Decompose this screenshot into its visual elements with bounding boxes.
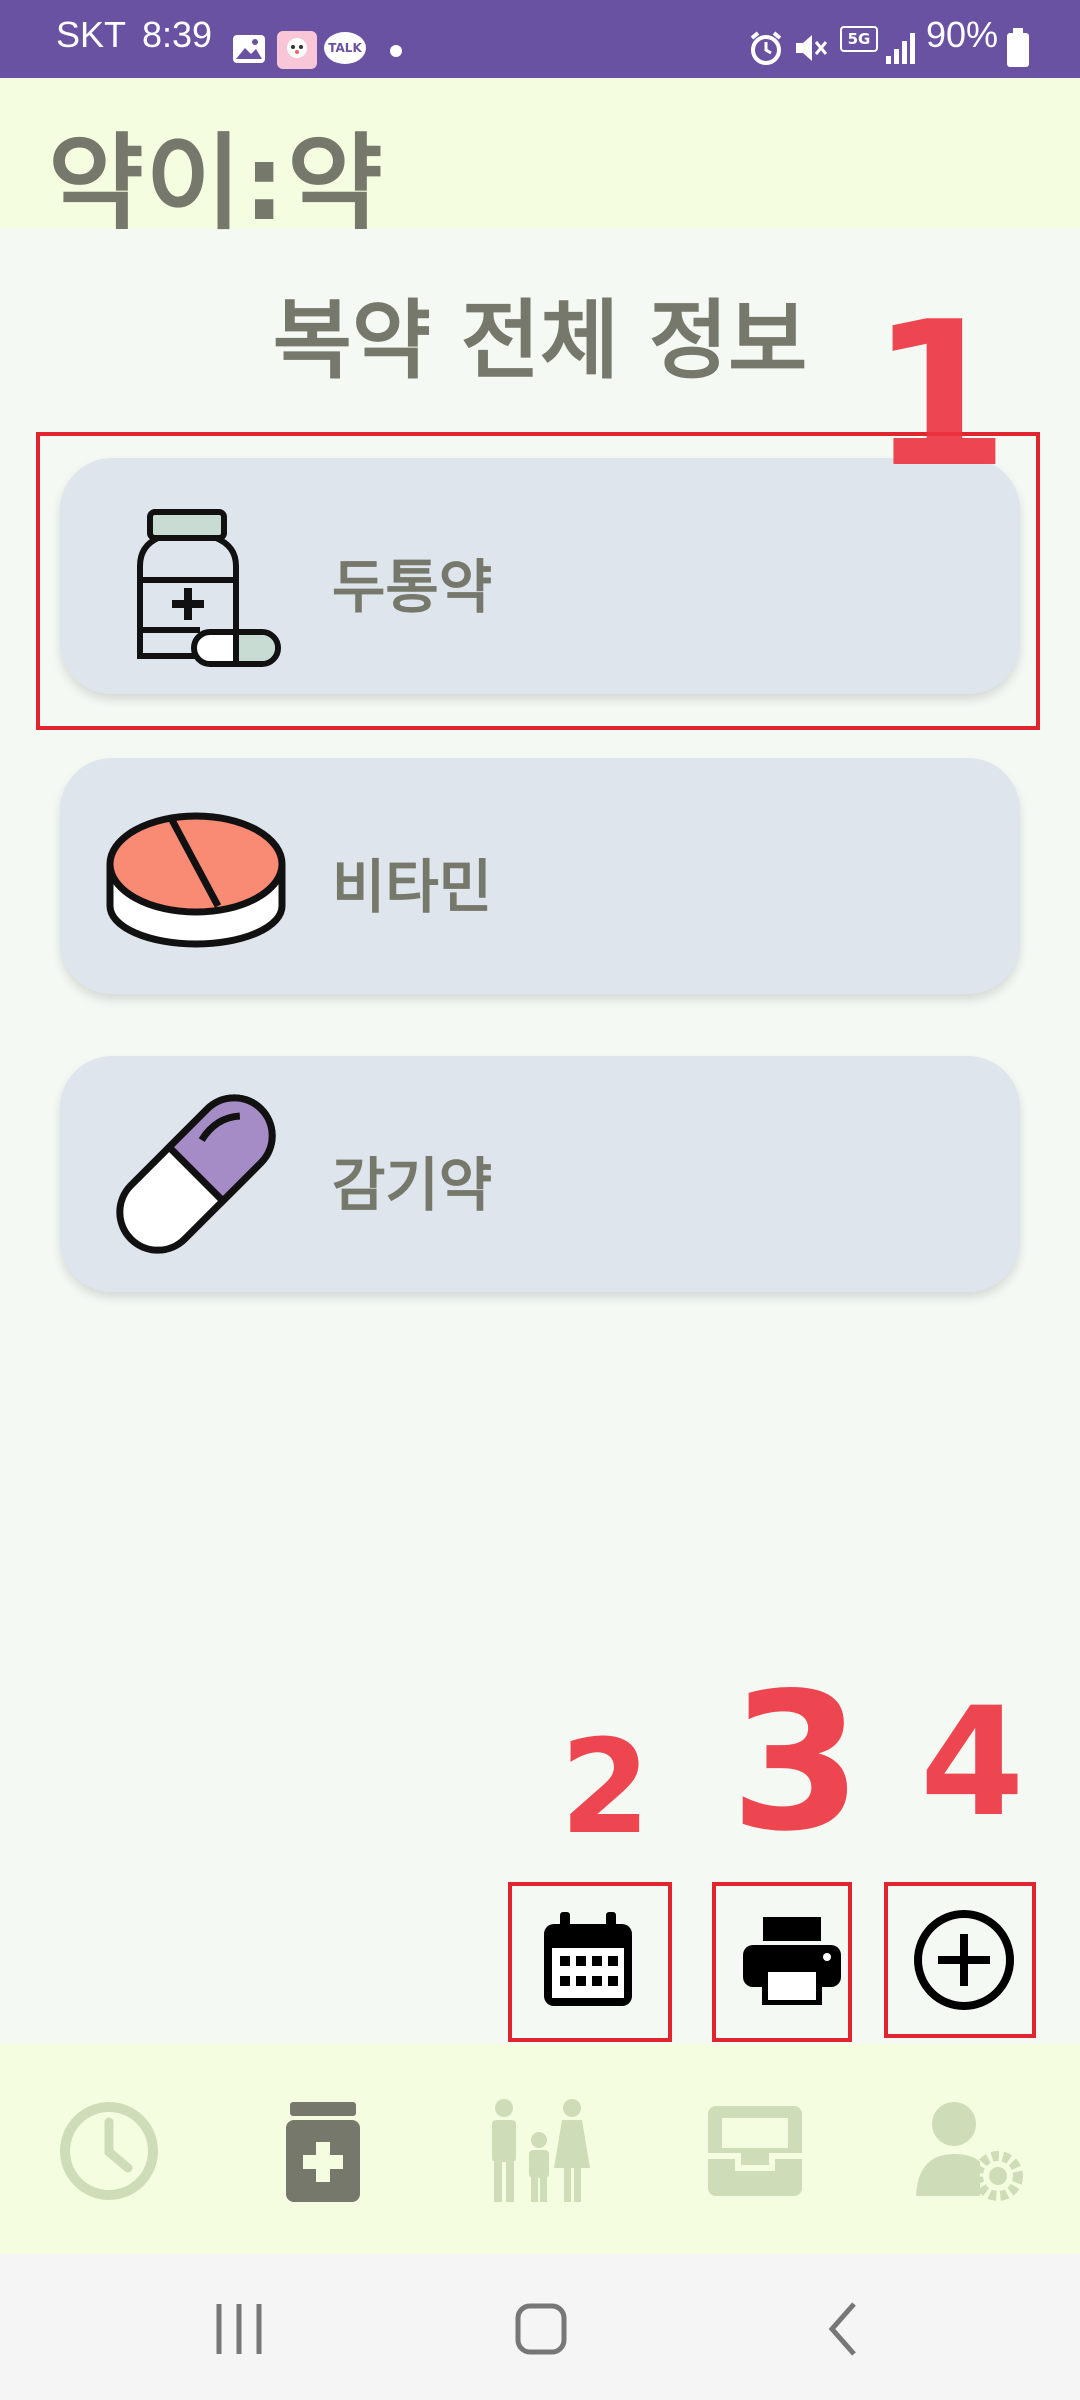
medication-name: 비타민	[332, 853, 493, 921]
annotation-box-3	[712, 1882, 852, 2042]
app-header: 약이:약	[0, 78, 1080, 244]
notification-dot-icon	[390, 45, 402, 57]
inbox-icon[interactable]	[700, 2096, 810, 2206]
status-time: 8:39	[142, 14, 213, 55]
medical-kit-icon[interactable]	[268, 2096, 378, 2206]
medication-name: 감기약	[332, 1151, 493, 1219]
bottom-navigation	[0, 2044, 1080, 2254]
alarm-icon	[750, 31, 782, 65]
user-settings-icon[interactable]	[914, 2096, 1024, 2206]
tablet-icon	[106, 812, 286, 948]
family-icon[interactable]	[484, 2096, 594, 2206]
sticker-app-icon	[277, 31, 317, 69]
medication-card-cold[interactable]: 감기약	[60, 1056, 1020, 1292]
annotation-number-2: 2	[560, 1711, 651, 1863]
capsule-icon	[116, 1094, 276, 1254]
back-icon[interactable]	[798, 2284, 888, 2374]
battery-icon	[1007, 28, 1029, 67]
signal-icon	[886, 33, 915, 64]
network-type-badge: 5G	[840, 26, 878, 52]
app-title: 약이:약	[48, 122, 385, 244]
annotation-number-4: 4	[920, 1676, 1025, 1850]
annotation-box-2	[508, 1882, 672, 2042]
clock-icon[interactable]	[54, 2096, 164, 2206]
recent-apps-icon[interactable]	[194, 2284, 284, 2374]
mute-icon	[796, 35, 828, 61]
battery-percent: 90%	[926, 14, 999, 55]
annotation-number-1: 1	[870, 279, 1010, 512]
annotation-number-3: 3	[730, 1652, 863, 1873]
medication-card-vitamin[interactable]: 비타민	[60, 758, 1020, 994]
carrier-label: SKT	[56, 14, 127, 55]
gallery-icon	[233, 35, 265, 63]
annotation-box-4	[884, 1882, 1036, 2038]
home-icon[interactable]	[496, 2284, 586, 2374]
talk-icon: TALK	[324, 32, 366, 64]
system-navigation-bar	[0, 2254, 1080, 2400]
status-bar: SKT 8:39 TALK 5G 90%	[0, 0, 1080, 78]
